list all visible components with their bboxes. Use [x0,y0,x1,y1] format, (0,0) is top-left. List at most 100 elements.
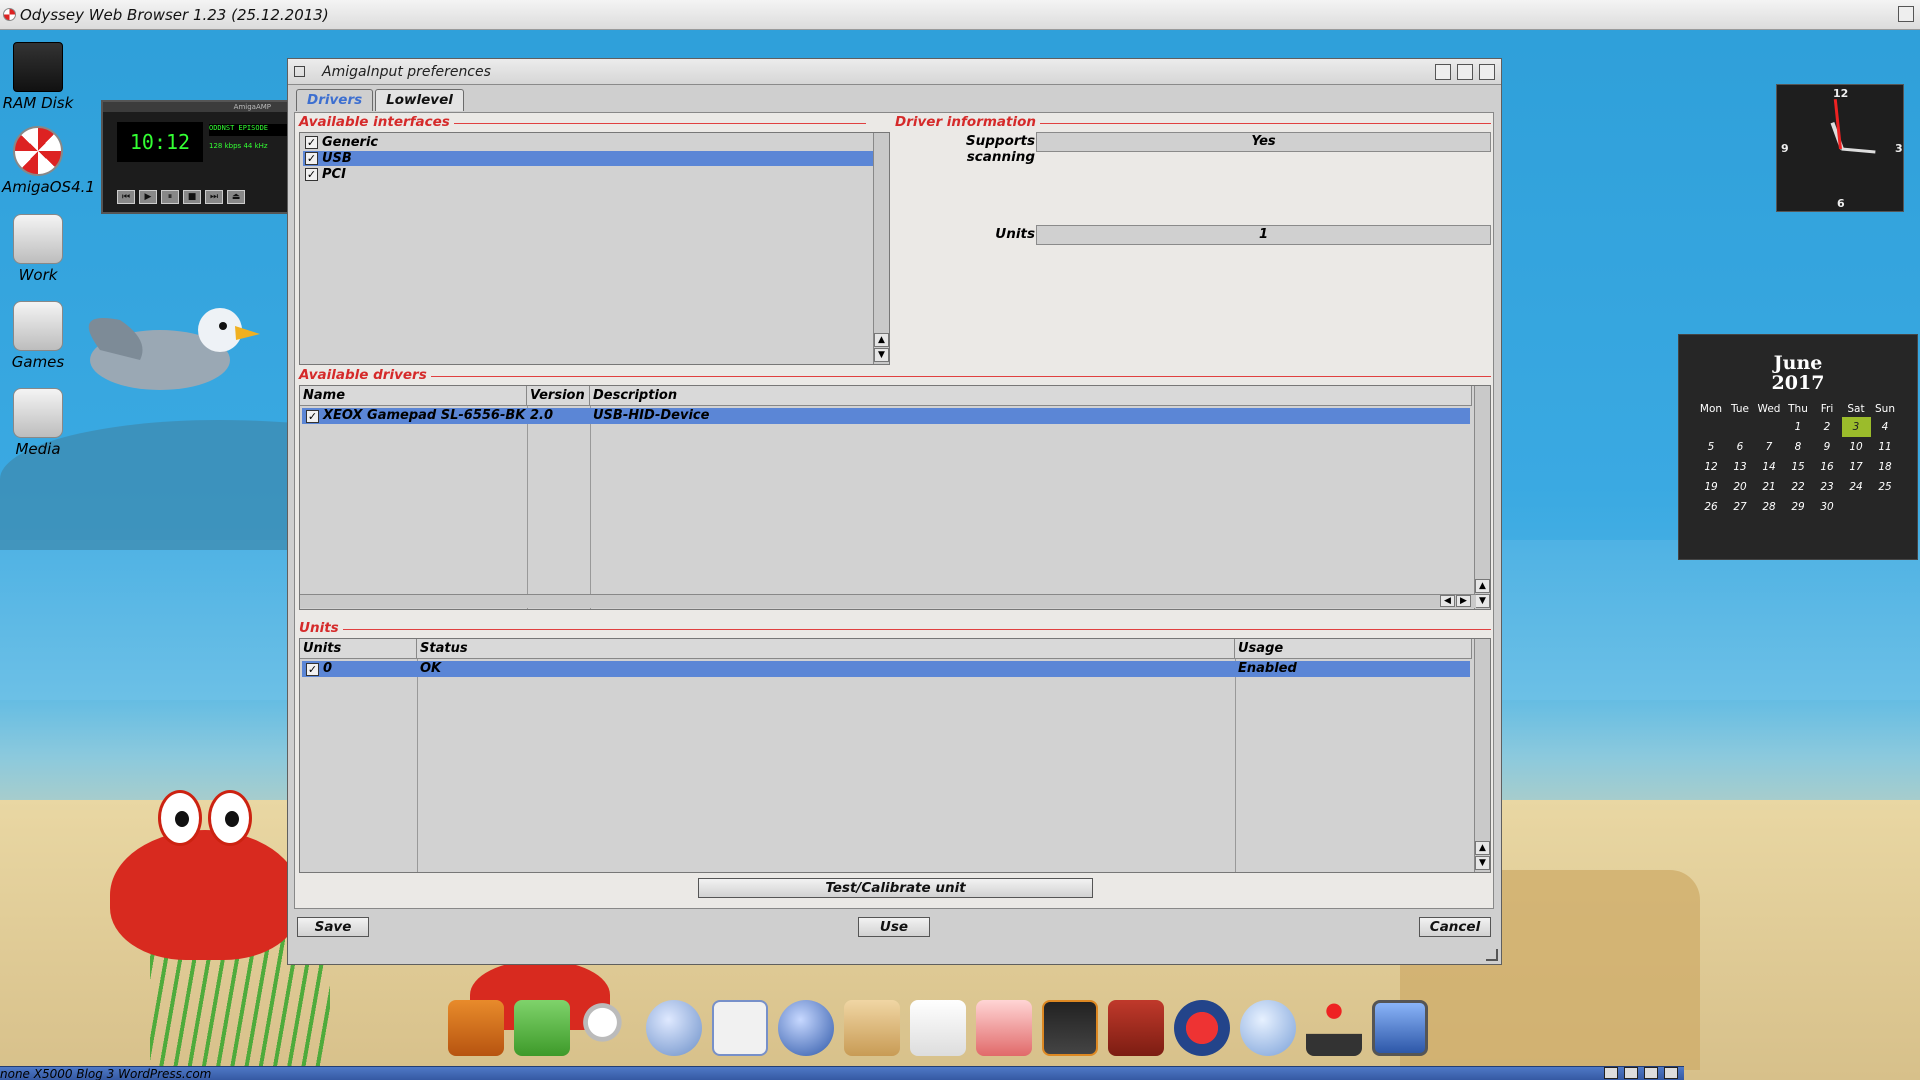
interface-item-generic[interactable]: ✓ Generic [303,135,873,150]
depth-icon[interactable] [1664,1067,1678,1079]
calendar-day[interactable]: 13 [1726,457,1755,477]
calendar-day[interactable]: 10 [1842,437,1871,457]
installer-icon[interactable] [976,1000,1032,1056]
amigainput-preferences-window[interactable]: AmigaInput preferences Drivers Lowlevel … [287,58,1502,965]
calendar-day[interactable]: 3 [1841,417,1871,437]
calendar-day[interactable] [1842,497,1871,517]
calendar-day[interactable] [1871,497,1900,517]
checkbox-checked-icon[interactable]: ✓ [306,409,319,423]
depth-gadget-icon[interactable] [1479,64,1495,80]
notepad-icon[interactable] [514,1000,570,1056]
drivers-horizontal-scrollbar[interactable]: ◀ ▶ [300,594,1476,608]
previous-icon[interactable]: ⏮ [117,190,135,204]
desktop-icon-work[interactable]: Work [2,214,74,284]
video-player-icon[interactable] [448,1000,504,1056]
scroll-down-arrow-icon[interactable]: ▼ [1475,856,1490,870]
drivers-table[interactable]: Name Version Description ✓ XEOX Gamepad … [299,385,1491,610]
calendar-day[interactable]: 15 [1784,457,1813,477]
ball-icon[interactable] [778,1000,834,1056]
calendar-day[interactable]: 1 [1784,417,1813,437]
joystick-icon[interactable] [1306,1000,1362,1056]
scroll-down-arrow-icon[interactable]: ▼ [1475,594,1490,608]
calendar-day[interactable]: 22 [1784,477,1813,497]
calendar-day[interactable]: 17 [1842,457,1871,477]
tab-lowlevel[interactable]: Lowlevel [375,89,464,111]
calendar-day[interactable]: 30 [1813,497,1842,517]
calendar-day[interactable]: 12 [1697,457,1726,477]
scroll-up-arrow-icon[interactable]: ▲ [1475,579,1490,593]
checkbox-checked-icon[interactable]: ✓ [305,136,318,149]
calendar-day[interactable]: 24 [1842,477,1871,497]
column-header-version[interactable]: Version [527,386,590,406]
resize-handle-icon[interactable] [1486,949,1498,961]
calendar-day[interactable]: 7 [1755,437,1784,457]
calendar-day[interactable]: 25 [1871,477,1900,497]
taskbar[interactable]: none X5000 Blog 3 WordPress.com [0,1066,1684,1080]
play-icon[interactable]: ▶ [139,190,157,204]
search-icon[interactable] [580,1000,636,1056]
interfaces-scrollbar[interactable]: ▲ ▼ [873,133,889,364]
shell-icon[interactable] [712,1000,768,1056]
zoom-gadget-icon[interactable] [1457,64,1473,80]
interface-item-pci[interactable]: ✓ PCI [303,167,873,182]
use-button[interactable]: Use [858,917,930,937]
units-table[interactable]: Units Status Usage ✓ 0 OK Enabled ▲ ▼ [299,638,1491,873]
uae-icon[interactable] [1042,1000,1098,1056]
stop-icon[interactable]: ■ [183,190,201,204]
media-player-icon[interactable] [1240,1000,1296,1056]
game-icon[interactable] [1174,1000,1230,1056]
calendar-day[interactable] [1697,417,1726,437]
tab-drivers[interactable]: Drivers [296,89,374,111]
calendar-day[interactable]: 20 [1726,477,1755,497]
drivers-scrollbar[interactable]: ▲ ▼ [1474,386,1490,609]
file-finder-icon[interactable] [844,1000,900,1056]
interface-item-usb[interactable]: ✓ USB [303,151,873,166]
calendar-day[interactable]: 29 [1784,497,1813,517]
calendar-day[interactable]: 28 [1755,497,1784,517]
calendar-day[interactable]: 5 [1697,437,1726,457]
screen-prefs-icon[interactable] [1372,1000,1428,1056]
close-gadget-icon[interactable] [294,66,305,77]
calendar-day[interactable]: 2 [1813,417,1842,437]
checkbox-checked-icon[interactable]: ✓ [305,152,318,165]
calendar-day[interactable] [1755,417,1784,437]
orb-icon[interactable] [646,1000,702,1056]
amigaamp-player[interactable]: AmigaAMP 10:12 ODDNST EPISODE 128 kbps 4… [101,100,291,214]
column-header-name[interactable]: Name [300,386,527,406]
calendar-day[interactable]: 8 [1784,437,1813,457]
iconify-gadget-icon[interactable] [1435,64,1451,80]
calendar-day[interactable]: 4 [1871,417,1900,437]
scroll-down-arrow-icon[interactable]: ▼ [874,348,889,362]
calendar-day[interactable]: 14 [1755,457,1784,477]
menu-arrow-icon[interactable] [1604,1067,1618,1079]
eject-icon[interactable]: ⏏ [227,190,245,204]
next-icon[interactable]: ⏭ [205,190,223,204]
calendar-day[interactable]: 18 [1871,457,1900,477]
column-header-status[interactable]: Status [417,639,1235,659]
calendar-day[interactable]: 19 [1697,477,1726,497]
column-header-description[interactable]: Description [590,386,1472,406]
calendar-day[interactable]: 27 [1726,497,1755,517]
calendar-day[interactable]: 16 [1813,457,1842,477]
units-scrollbar[interactable]: ▲ ▼ [1474,639,1490,872]
desktop-icon-media[interactable]: Media [2,388,74,458]
scroll-up-arrow-icon[interactable]: ▲ [1475,841,1490,855]
cancel-button[interactable]: Cancel [1419,917,1491,937]
test-calibrate-button[interactable]: Test/Calibrate unit [698,878,1093,898]
checkbox-checked-icon[interactable]: ✓ [306,662,319,676]
desktop-icon-ram-disk[interactable]: RAM Disk [2,42,74,112]
desktop-icon-games[interactable]: Games [2,301,74,371]
calendar-day[interactable]: 6 [1726,437,1755,457]
calendar-day[interactable]: 11 [1871,437,1900,457]
checkbox-checked-icon[interactable]: ✓ [305,168,318,181]
iconify-icon[interactable] [1624,1067,1638,1079]
calendar-day[interactable]: 9 [1813,437,1842,457]
scroll-right-arrow-icon[interactable]: ▶ [1456,595,1471,607]
zoom-icon[interactable] [1644,1067,1658,1079]
calendar-day[interactable]: 21 [1755,477,1784,497]
desktop-icon-amigaos[interactable]: AmigaOS4.1 [2,126,95,196]
calendar-day[interactable]: 26 [1697,497,1726,517]
screen-depth-gadget[interactable] [1898,6,1914,22]
scroll-left-arrow-icon[interactable]: ◀ [1440,595,1455,607]
pdf-viewer-icon[interactable] [910,1000,966,1056]
